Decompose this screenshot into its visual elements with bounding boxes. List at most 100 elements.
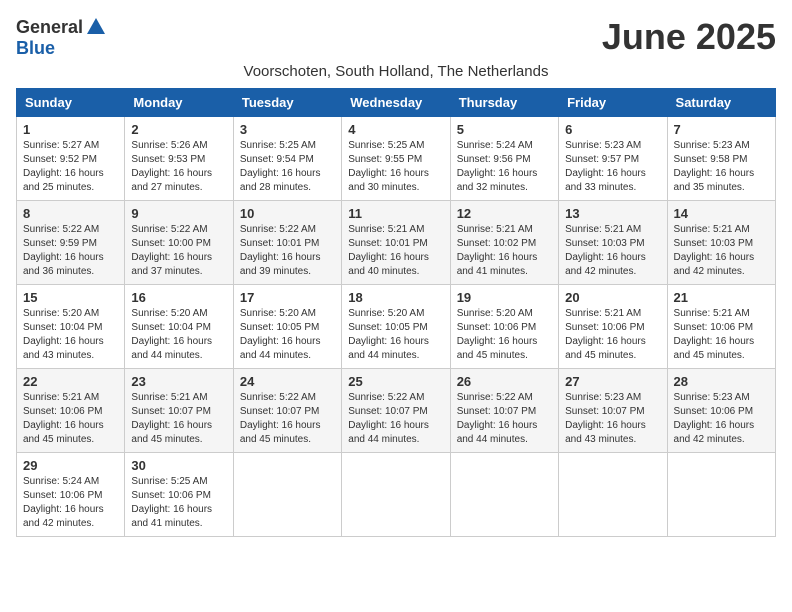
day-info: Sunrise: 5:22 AMSunset: 10:00 PMDaylight… [131, 223, 226, 279]
day-info: Sunrise: 5:20 AMSunset: 10:05 PMDaylight… [348, 307, 443, 363]
day-info: Sunrise: 5:23 AMSunset: 10:07 PMDaylight… [565, 391, 660, 447]
calendar-cell: 17Sunrise: 5:20 AMSunset: 10:05 PMDaylig… [233, 285, 341, 369]
day-info: Sunrise: 5:25 AMSunset: 9:55 PMDaylight:… [348, 139, 443, 195]
calendar-cell [450, 453, 558, 537]
logo-blue-text: Blue [16, 38, 55, 59]
header-cell-wednesday: Wednesday [342, 89, 450, 117]
calendar-cell: 8Sunrise: 5:22 AMSunset: 9:59 PMDaylight… [17, 201, 125, 285]
calendar-cell: 13 Sunrise: 5:21 AMSunset: 10:03 PMDaylig… [559, 201, 667, 285]
calendar-cell: 7 Sunrise: 5:23 AMSunset: 9:58 PMDaylight… [667, 117, 775, 201]
calendar-cell: 25 Sunrise: 5:22 AMSunset: 10:07 PMDaylig… [342, 369, 450, 453]
day-info: Sunrise: 5:26 AMSunset: 9:53 PMDaylight:… [131, 139, 226, 195]
calendar-cell: 9 Sunrise: 5:22 AMSunset: 10:00 PMDayligh… [125, 201, 233, 285]
day-number: 4 [348, 122, 443, 137]
day-info: Sunrise: 5:22 AMSunset: 10:07 PMDaylight… [457, 391, 552, 447]
day-number: 9 [131, 206, 226, 221]
calendar-week-5: 29 Sunrise: 5:24 AMSunset: 10:06 PMDaylig… [17, 453, 776, 537]
day-info: Sunrise: 5:22 AMSunset: 10:07 PMDaylight… [348, 391, 443, 447]
day-number: 7 [674, 122, 769, 137]
calendar-week-3: 15 Sunrise: 5:20 AMSunset: 10:04 PMDaylig… [17, 285, 776, 369]
calendar-cell [559, 453, 667, 537]
calendar-cell: 11 Sunrise: 5:21 AMSunset: 10:01 PMDaylig… [342, 201, 450, 285]
day-number: 20 [565, 290, 660, 305]
header: General Blue June 2025 [16, 16, 776, 59]
day-number: 30 [131, 458, 226, 473]
logo-icon [85, 16, 107, 38]
calendar-cell [233, 453, 341, 537]
day-number: 10 [240, 206, 335, 221]
calendar-cell: 10 Sunrise: 5:22 AMSunset: 10:01 PMDaylig… [233, 201, 341, 285]
calendar-cell: 5 Sunrise: 5:24 AMSunset: 9:56 PMDaylight… [450, 117, 558, 201]
calendar-cell: 2 Sunrise: 5:26 AMSunset: 9:53 PMDaylight… [125, 117, 233, 201]
calendar-week-2: 8Sunrise: 5:22 AMSunset: 9:59 PMDaylight… [17, 201, 776, 285]
calendar-cell: 12 Sunrise: 5:21 AMSunset: 10:02 PMDaylig… [450, 201, 558, 285]
day-number: 29 [23, 458, 118, 473]
day-info: Sunrise: 5:21 AMSunset: 10:02 PMDaylight… [457, 223, 552, 279]
day-info: Sunrise: 5:20 AMSunset: 10:04 PMDaylight… [23, 307, 118, 363]
header-cell-friday: Friday [559, 89, 667, 117]
day-number: 23 [131, 374, 226, 389]
day-number: 1 [23, 122, 118, 137]
calendar-cell: 18 Sunrise: 5:20 AMSunset: 10:05 PMDaylig… [342, 285, 450, 369]
calendar-cell: 28Sunrise: 5:23 AMSunset: 10:06 PMDaylig… [667, 369, 775, 453]
calendar-cell: 22 Sunrise: 5:21 AMSunset: 10:06 PMDaylig… [17, 369, 125, 453]
day-number: 19 [457, 290, 552, 305]
calendar-cell: 14 Sunrise: 5:21 AMSunset: 10:03 PMDaylig… [667, 201, 775, 285]
header-cell-saturday: Saturday [667, 89, 775, 117]
day-info: Sunrise: 5:21 AMSunset: 10:06 PMDaylight… [565, 307, 660, 363]
calendar-week-4: 22 Sunrise: 5:21 AMSunset: 10:06 PMDaylig… [17, 369, 776, 453]
day-number: 12 [457, 206, 552, 221]
calendar-cell: 6Sunrise: 5:23 AMSunset: 9:57 PMDaylight… [559, 117, 667, 201]
day-number: 25 [348, 374, 443, 389]
calendar-cell: 26 Sunrise: 5:22 AMSunset: 10:07 PMDaylig… [450, 369, 558, 453]
day-number: 21 [674, 290, 769, 305]
day-info: Sunrise: 5:25 AMSunset: 10:06 PMDaylight… [131, 475, 226, 531]
day-number: 26 [457, 374, 552, 389]
day-number: 3 [240, 122, 335, 137]
calendar-cell: 21 Sunrise: 5:21 AMSunset: 10:06 PMDaylig… [667, 285, 775, 369]
day-number: 8 [23, 206, 118, 221]
day-info: Sunrise: 5:24 AMSunset: 9:56 PMDaylight:… [457, 139, 552, 195]
calendar-cell: 1Sunrise: 5:27 AMSunset: 9:52 PMDaylight… [17, 117, 125, 201]
calendar-cell: 24Sunrise: 5:22 AMSunset: 10:07 PMDaylig… [233, 369, 341, 453]
day-info: Sunrise: 5:20 AMSunset: 10:06 PMDaylight… [457, 307, 552, 363]
day-info: Sunrise: 5:21 AMSunset: 10:03 PMDaylight… [565, 223, 660, 279]
calendar-cell: 23 Sunrise: 5:21 AMSunset: 10:07 PMDaylig… [125, 369, 233, 453]
day-info: Sunrise: 5:21 AMSunset: 10:06 PMDaylight… [674, 307, 769, 363]
day-number: 17 [240, 290, 335, 305]
calendar-cell: 19 Sunrise: 5:20 AMSunset: 10:06 PMDaylig… [450, 285, 558, 369]
day-info: Sunrise: 5:20 AMSunset: 10:04 PMDaylight… [131, 307, 226, 363]
day-number: 13 [565, 206, 660, 221]
day-info: Sunrise: 5:21 AMSunset: 10:07 PMDaylight… [131, 391, 226, 447]
day-info: Sunrise: 5:21 AMSunset: 10:01 PMDaylight… [348, 223, 443, 279]
calendar-week-1: 1Sunrise: 5:27 AMSunset: 9:52 PMDaylight… [17, 117, 776, 201]
day-info: Sunrise: 5:21 AMSunset: 10:03 PMDaylight… [674, 223, 769, 279]
day-number: 14 [674, 206, 769, 221]
calendar-cell [342, 453, 450, 537]
month-title: June 2025 [602, 16, 776, 58]
day-info: Sunrise: 5:24 AMSunset: 10:06 PMDaylight… [23, 475, 118, 531]
logo: General Blue [16, 16, 107, 59]
header-cell-thursday: Thursday [450, 89, 558, 117]
day-number: 5 [457, 122, 552, 137]
day-number: 2 [131, 122, 226, 137]
subtitle: Voorschoten, South Holland, The Netherla… [16, 63, 776, 80]
day-info: Sunrise: 5:22 AMSunset: 10:01 PMDaylight… [240, 223, 335, 279]
day-info: Sunrise: 5:21 AMSunset: 10:06 PMDaylight… [23, 391, 118, 447]
calendar-cell: 20 Sunrise: 5:21 AMSunset: 10:06 PMDaylig… [559, 285, 667, 369]
header-row: SundayMondayTuesdayWednesdayThursdayFrid… [17, 89, 776, 117]
day-number: 16 [131, 290, 226, 305]
day-info: Sunrise: 5:22 AMSunset: 10:07 PMDaylight… [240, 391, 335, 447]
day-info: Sunrise: 5:23 AMSunset: 9:58 PMDaylight:… [674, 139, 769, 195]
day-number: 22 [23, 374, 118, 389]
day-number: 18 [348, 290, 443, 305]
day-number: 15 [23, 290, 118, 305]
calendar-cell [667, 453, 775, 537]
calendar-cell: 4 Sunrise: 5:25 AMSunset: 9:55 PMDaylight… [342, 117, 450, 201]
day-info: Sunrise: 5:25 AMSunset: 9:54 PMDaylight:… [240, 139, 335, 195]
day-number: 11 [348, 206, 443, 221]
calendar-cell: 16 Sunrise: 5:20 AMSunset: 10:04 PMDaylig… [125, 285, 233, 369]
calendar-cell: 30 Sunrise: 5:25 AMSunset: 10:06 PMDaylig… [125, 453, 233, 537]
day-info: Sunrise: 5:23 AMSunset: 10:06 PMDaylight… [674, 391, 769, 447]
header-cell-sunday: Sunday [17, 89, 125, 117]
